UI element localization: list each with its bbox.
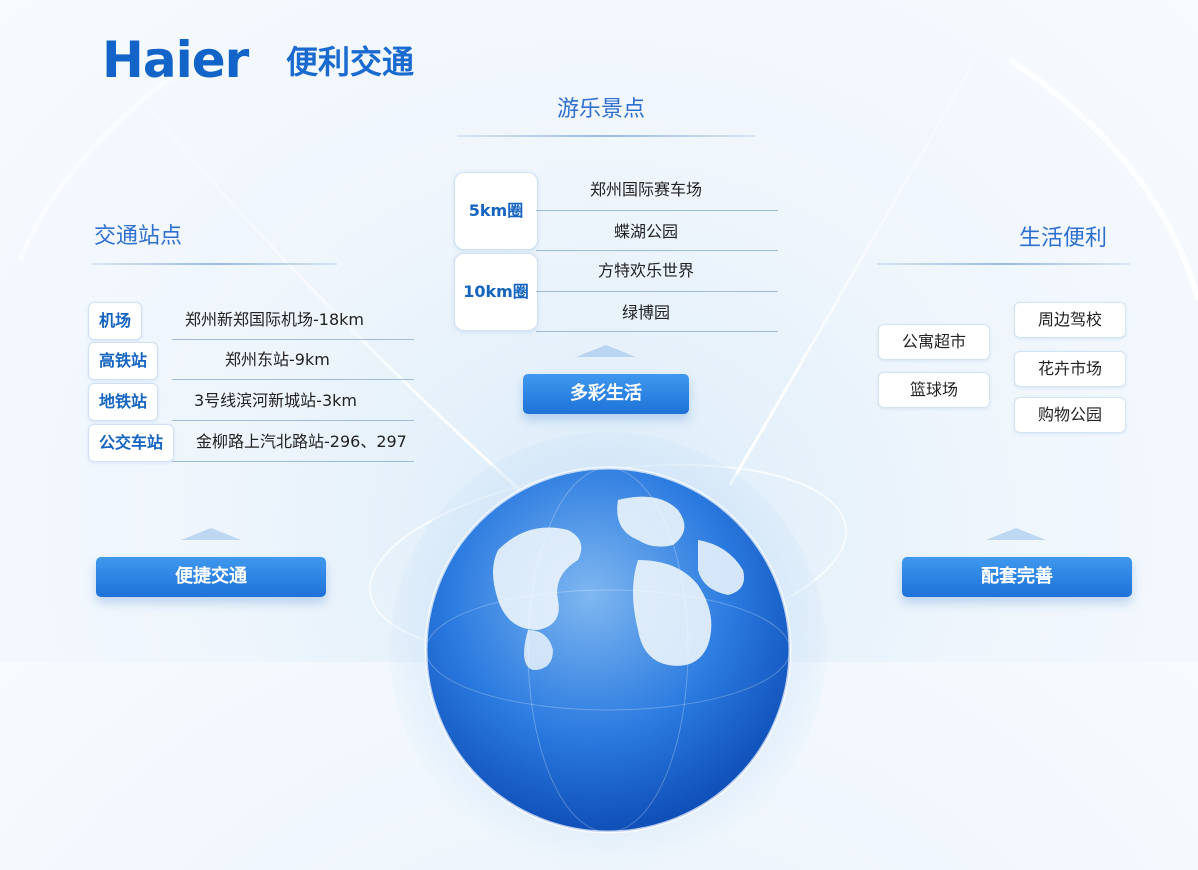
transport-value: 郑州东站-9km: [225, 350, 330, 369]
item-divider: [536, 291, 778, 292]
living-section-title: 生活便利: [1019, 226, 1108, 251]
transport-value: 金柳路上汽北路站-296、297: [196, 432, 407, 451]
attractions-title-divider: [457, 135, 755, 137]
attraction-item: 方特欢乐世界: [597, 261, 694, 280]
arrow-up-icon: [576, 345, 636, 357]
attraction-item: 绿博园: [621, 303, 670, 322]
convenient-transport-button[interactable]: 便捷交通: [96, 557, 326, 597]
facility-chip: 篮球场: [878, 372, 990, 408]
facility-chip: 周边驾校: [1014, 302, 1126, 338]
facility-chip: 购物公园: [1014, 397, 1126, 433]
transport-label: 高铁站: [88, 342, 159, 380]
transport-label: 机场: [88, 302, 143, 340]
attractions-section-title: 游乐景点: [557, 97, 646, 122]
transport-title-divider: [92, 263, 337, 265]
item-divider: [536, 210, 778, 211]
transport-value: 郑州新郑国际机场-18km: [185, 310, 364, 329]
transport-row-airport: 机场 郑州新郑国际机场-18km: [88, 302, 414, 340]
transport-label: 公交车站: [88, 424, 175, 462]
attraction-item: 蝶湖公园: [613, 222, 678, 241]
item-divider: [536, 250, 778, 251]
arrow-up-icon: [181, 528, 241, 540]
living-title-divider: [877, 263, 1130, 265]
row-divider: [172, 420, 414, 421]
transport-value: 3号线滨河新城站-3km: [194, 391, 357, 410]
complete-facilities-button[interactable]: 配套完善: [902, 557, 1132, 597]
transport-row-metro: 地铁站 3号线滨河新城站-3km: [88, 383, 414, 421]
globe-icon: [390, 432, 826, 868]
attraction-item: 郑州国际赛车场: [589, 180, 702, 199]
facility-chip: 公寓超市: [878, 324, 990, 360]
row-divider: [172, 461, 414, 462]
transport-row-bus: 公交车站 金柳路上汽北路站-296、297: [88, 424, 414, 462]
transport-section-title: 交通站点: [94, 224, 183, 249]
haier-logo: Haier: [102, 31, 249, 89]
row-divider: [172, 379, 414, 380]
item-divider: [536, 331, 778, 332]
page-title: 便利交通: [286, 43, 415, 81]
colorful-life-button[interactable]: 多彩生活: [523, 374, 689, 414]
transport-row-highspeed-rail: 高铁站 郑州东站-9km: [88, 342, 414, 380]
row-divider: [172, 339, 414, 340]
arrow-up-icon: [986, 528, 1046, 540]
facility-chip: 花卉市场: [1014, 351, 1126, 387]
transport-label: 地铁站: [88, 383, 159, 421]
